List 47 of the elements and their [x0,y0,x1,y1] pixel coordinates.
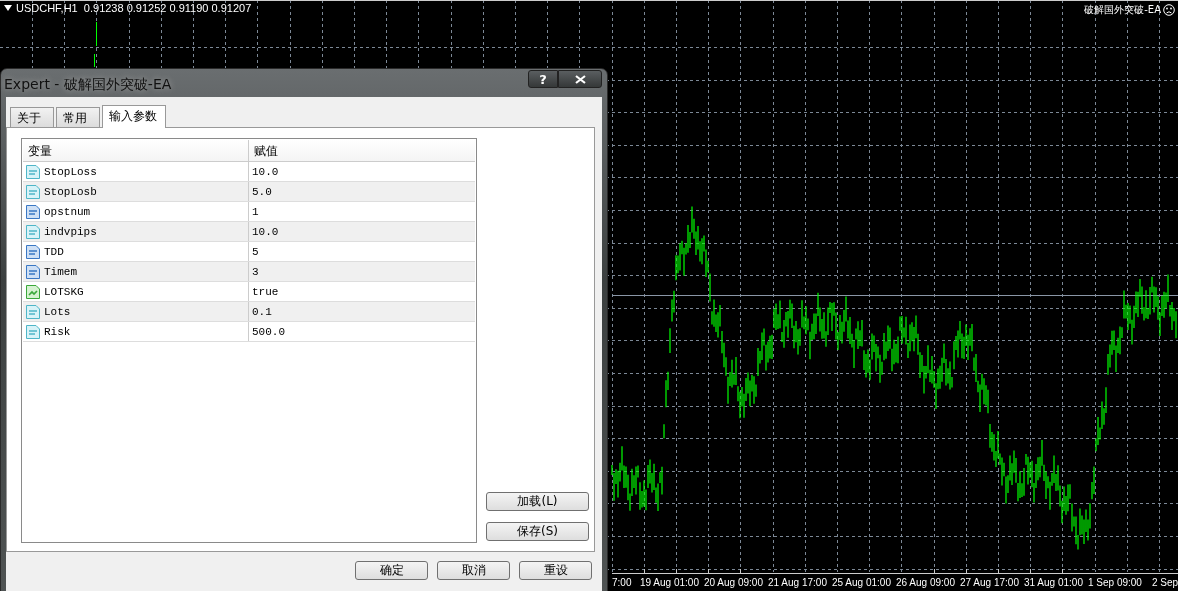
parameter-name: TDD [44,245,64,258]
help-button[interactable]: ? [528,70,558,88]
parameter-name: StopLosb [44,185,97,198]
side-button[interactable]: 保存(S) [486,522,589,541]
time-label: 25 Aug 01:00 [832,577,892,588]
dropdown-triangle-icon[interactable] [4,5,12,11]
parameter-name: indvpips [44,225,97,238]
time-label: 2 Sep [1152,577,1178,588]
parameter-value[interactable]: 500.0 [252,325,285,338]
time-label: 27 Aug 17:00 [960,577,1020,588]
tab[interactable]: 关于 [10,107,54,127]
time-label: 20 Aug 09:00 [704,577,764,588]
time-label: 19 Aug 01:00 [640,577,700,588]
column-header[interactable]: 变量 [23,140,249,161]
close-icon [574,74,586,84]
parameter-name: StopLoss [44,165,97,178]
dialog-button[interactable]: 取消 [437,561,510,580]
parameter-value[interactable]: true [252,285,279,298]
price-bar [94,21,97,68]
parameter-name: opstnum [44,205,91,218]
parameter-value[interactable]: 5 [252,245,259,258]
parameter-value[interactable]: 5.0 [252,185,272,198]
expert-label: 破解国外突破-EA [1084,3,1161,17]
time-label: 7:00 [612,577,633,588]
time-label: 1 Sep 09:00 [1088,577,1143,588]
close-button[interactable] [558,70,602,88]
dialog-button[interactable]: 确定 [355,561,428,580]
column-header[interactable]: 赋值 [249,140,283,161]
side-button[interactable]: 加载(L) [486,492,589,511]
parameter-value[interactable]: 10.0 [252,225,279,238]
dialog-button[interactable]: 重设 [519,561,592,580]
time-label: 26 Aug 09:00 [896,577,956,588]
chart-title: USDCHF,H1 0.91238 0.91252 0.91190 0.91207 [16,2,252,14]
parameter-value[interactable]: 0.1 [252,305,272,318]
parameter-name: LOTSKG [44,285,84,298]
parameter-value[interactable]: 1 [252,205,259,218]
time-label: 31 Aug 01:00 [1024,577,1084,588]
time-label: 21 Aug 17:00 [768,577,828,588]
parameter-name: Risk [44,325,71,338]
tab[interactable]: 常用 [56,107,100,127]
tab[interactable]: 输入参数 [102,105,166,128]
frown-face-icon [1163,4,1175,16]
parameter-name: Lots [44,305,71,318]
parameter-name: Timem [44,265,77,278]
parameter-value[interactable]: 3 [252,265,259,278]
parameter-value[interactable]: 10.0 [252,165,279,178]
window-title: Expert - 破解国外突破-EA [4,76,173,94]
